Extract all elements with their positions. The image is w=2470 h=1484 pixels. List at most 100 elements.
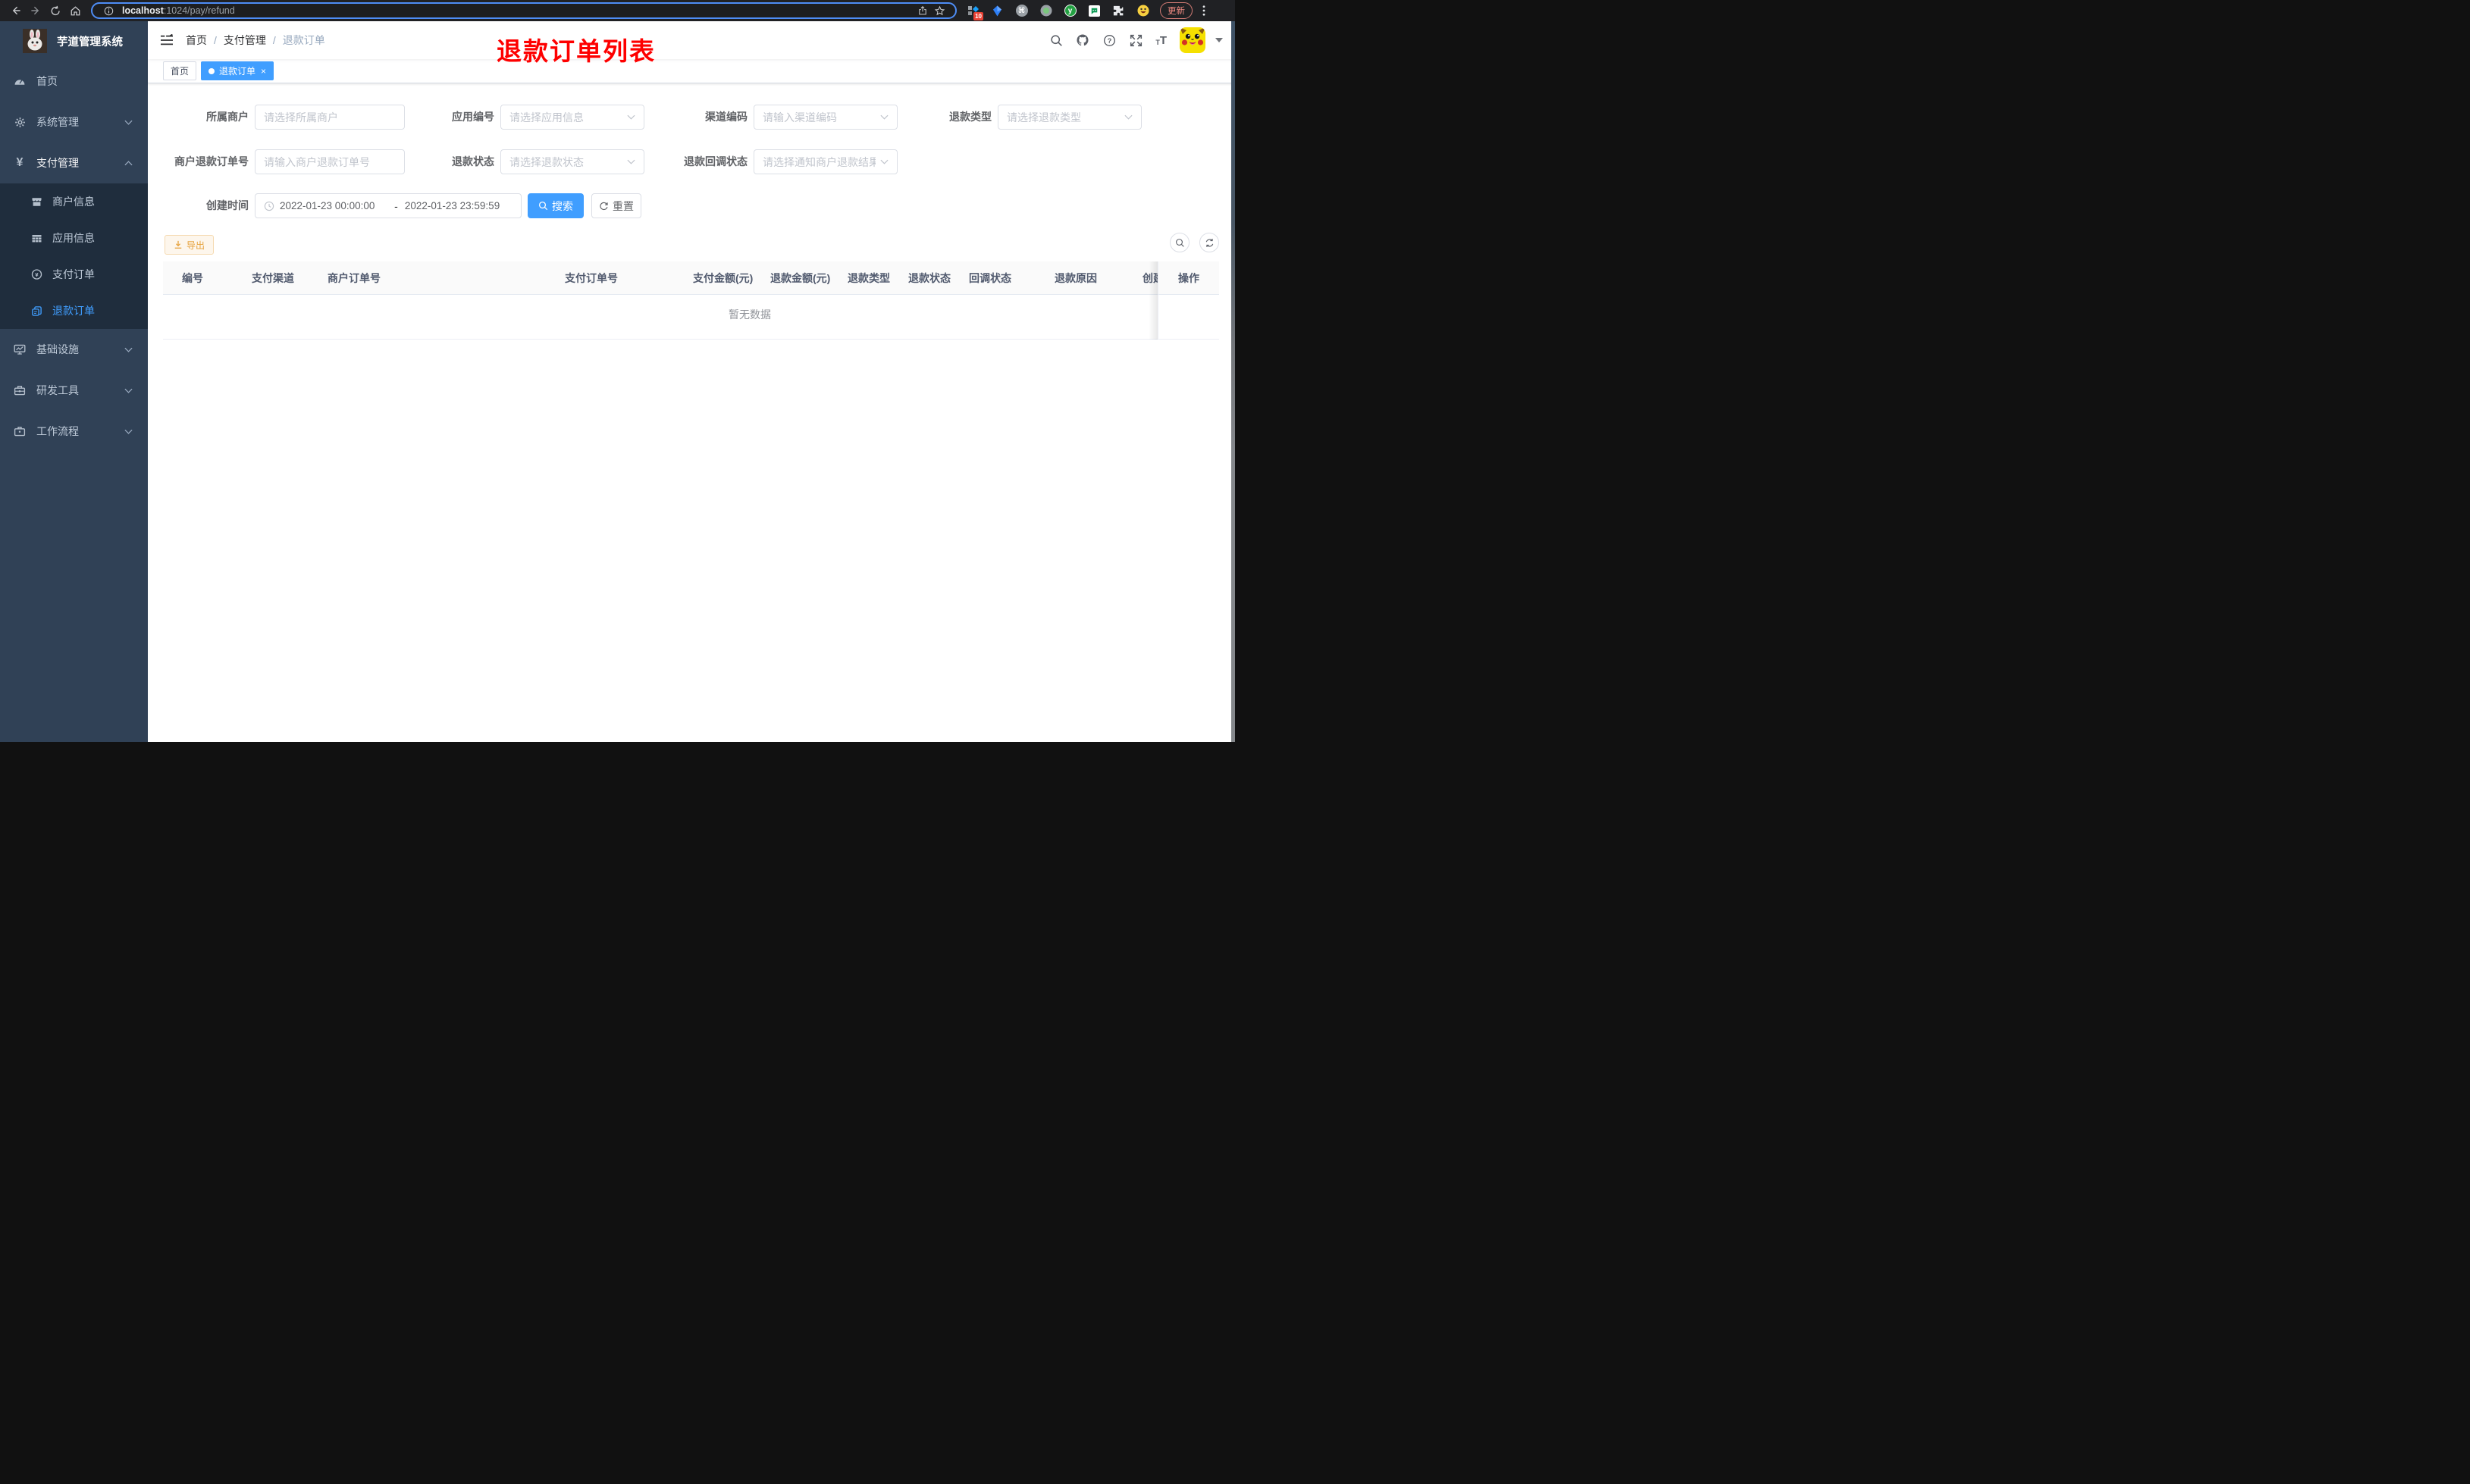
breadcrumb-current: 退款订单	[282, 34, 325, 46]
merchant-input[interactable]: 请选择所属商户	[255, 105, 405, 130]
range-end-value[interactable]: 2022-01-23 23:59:59	[405, 200, 512, 211]
briefcase-icon	[14, 425, 26, 437]
refund-type-label: 退款类型	[949, 111, 992, 123]
refund-status-select[interactable]: 请选择退款状态	[500, 149, 644, 174]
sidebar-item-workflow[interactable]: 工作流程	[0, 411, 148, 452]
extension-diamond-icon[interactable]: 10	[967, 5, 983, 20]
sidebar-item-merchant-info[interactable]: 商户信息	[0, 183, 148, 220]
breadcrumb-home[interactable]: 首页	[186, 33, 207, 48]
merchant-refund-no-label: 商户退款订单号	[174, 155, 249, 167]
navbar-actions: ? TT	[1049, 27, 1223, 53]
chevron-up-icon	[124, 160, 133, 166]
tag-active-dot	[208, 67, 215, 74]
column-header-merchant-order-no: 商户订单号	[328, 272, 381, 284]
bookmark-star-icon[interactable]	[931, 5, 948, 17]
channel-code-select[interactable]: 请输入渠道编码	[754, 105, 898, 130]
share-icon[interactable]	[914, 5, 931, 16]
app-title: 芋道管理系统	[57, 36, 123, 49]
tag-refund-order[interactable]: 退款订单 ×	[201, 61, 274, 80]
merchant-label: 所属商户	[206, 111, 249, 123]
sidebar-item-pay-order[interactable]: ¥ 支付订单	[0, 256, 148, 293]
app-frame: 芋道管理系统 首页 系统管理 ¥ 支付管理 商户信息 应用信息 ¥ 支付订单 退…	[0, 21, 1235, 742]
tag-close-icon[interactable]: ×	[261, 67, 266, 76]
app-logo[interactable]: 芋道管理系统	[0, 21, 148, 61]
svg-text:¥: ¥	[35, 271, 39, 278]
browser-reload-icon[interactable]	[45, 2, 65, 19]
extension-emoji-icon[interactable]	[1136, 5, 1149, 17]
column-header-refund-status: 退款状态	[908, 272, 951, 284]
refresh-button[interactable]	[1199, 233, 1219, 252]
chrome-menu-icon[interactable]	[1199, 5, 1209, 16]
sidebar-item-payment[interactable]: ¥ 支付管理	[0, 142, 148, 183]
svg-text:?: ?	[1107, 36, 1111, 44]
fixed-column-shadow	[1149, 261, 1158, 340]
column-header-pay-amount: 支付金额(元)	[693, 272, 754, 284]
chevron-down-icon	[124, 388, 133, 393]
sidebar-item-label: 支付订单	[52, 268, 95, 280]
refund-table: 编号 支付渠道 商户订单号 支付订单号 支付金额(元) 退款金额(元) 退款类型…	[163, 261, 1219, 340]
pay-order-icon: ¥	[31, 268, 42, 280]
reset-button[interactable]: 重置	[591, 193, 641, 218]
address-bar[interactable]: localhost:1024/pay/refund	[91, 2, 957, 19]
sidebar-item-home[interactable]: 首页	[0, 61, 148, 102]
extension-y-icon[interactable]: y	[1064, 5, 1077, 17]
font-size-icon[interactable]: TT	[1155, 35, 1167, 46]
scrollbar-strip[interactable]	[1231, 21, 1235, 742]
sidebar-item-system[interactable]: 系统管理	[0, 102, 148, 142]
header-search-icon[interactable]	[1049, 33, 1063, 47]
tag-home[interactable]: 首页	[163, 61, 197, 80]
sidebar-item-label: 首页	[36, 75, 58, 87]
extension-badge: 10	[973, 11, 983, 20]
breadcrumb-payment[interactable]: 支付管理	[224, 33, 266, 48]
refund-type-select[interactable]: 请选择退款类型	[998, 105, 1142, 130]
sidebar: 芋道管理系统 首页 系统管理 ¥ 支付管理 商户信息 应用信息 ¥ 支付订单 退…	[0, 21, 148, 742]
site-info-icon[interactable]	[100, 6, 117, 16]
user-avatar[interactable]	[1180, 27, 1205, 53]
extension-gem-icon[interactable]	[991, 5, 1004, 17]
extension-command-icon[interactable]: ⌘	[1015, 5, 1028, 17]
create-time-label: 创建时间	[206, 199, 249, 211]
callback-status-select[interactable]: 请选择通知商户退款结果的	[754, 149, 898, 174]
sidebar-item-app-info[interactable]: 应用信息	[0, 220, 148, 256]
url-host: localhost	[122, 5, 164, 16]
sidebar-item-infrastructure[interactable]: 基础设施	[0, 329, 148, 370]
sidebar-item-label: 商户信息	[52, 196, 95, 208]
extension-record-icon[interactable]	[1039, 5, 1052, 17]
sidebar-item-label: 研发工具	[36, 384, 79, 396]
column-header-refund-amount: 退款金额(元)	[770, 272, 831, 284]
sidebar-item-dev-tools[interactable]: 研发工具	[0, 370, 148, 411]
store-icon	[31, 196, 42, 208]
monitor-icon	[14, 343, 26, 355]
fullscreen-icon[interactable]	[1129, 33, 1143, 47]
sidebar-item-refund-order[interactable]: 退款订单	[0, 293, 148, 329]
avatar-caret-icon[interactable]	[1215, 38, 1223, 42]
payment-submenu: 商户信息 应用信息 ¥ 支付订单 退款订单	[0, 183, 148, 329]
main-area: 首页 / 支付管理 / 退款订单 ? T T 首页 退款订单 × 所属商户 请选…	[148, 21, 1235, 742]
github-icon[interactable]	[1076, 33, 1089, 47]
chevron-down-icon	[880, 114, 889, 120]
create-time-range-picker[interactable]: 2022-01-23 00:00:00 - 2022-01-23 23:59:5…	[255, 193, 522, 218]
chrome-update-button[interactable]: 更新	[1160, 2, 1193, 19]
url-path: :1024/pay/refund	[163, 5, 235, 16]
export-button[interactable]: 导出	[165, 235, 215, 255]
app-no-select[interactable]: 请选择应用信息	[500, 105, 644, 130]
range-start-value[interactable]: 2022-01-23 00:00:00	[280, 200, 387, 211]
browser-home-icon[interactable]	[65, 2, 85, 19]
search-button[interactable]: 搜索	[528, 193, 584, 218]
extension-chat-icon[interactable]	[1088, 5, 1101, 17]
toggle-search-button[interactable]	[1170, 233, 1190, 252]
browser-forward-icon[interactable]	[26, 2, 45, 19]
chevron-down-icon	[627, 159, 635, 164]
extensions-puzzle-icon[interactable]	[1112, 5, 1125, 17]
gear-icon	[14, 117, 26, 128]
browser-back-icon[interactable]	[6, 2, 26, 19]
sidebar-collapse-icon[interactable]	[160, 34, 174, 46]
chevron-down-icon	[124, 347, 133, 352]
merchant-refund-no-input[interactable]: 请输入商户退款订单号	[255, 149, 405, 174]
chevron-down-icon	[1124, 114, 1133, 120]
help-icon[interactable]: ?	[1102, 33, 1116, 47]
annotation-title: 退款订单列表	[497, 37, 656, 65]
chevron-down-icon	[627, 114, 635, 120]
sidebar-item-label: 系统管理	[36, 116, 79, 128]
sidebar-item-label: 退款订单	[52, 305, 95, 317]
